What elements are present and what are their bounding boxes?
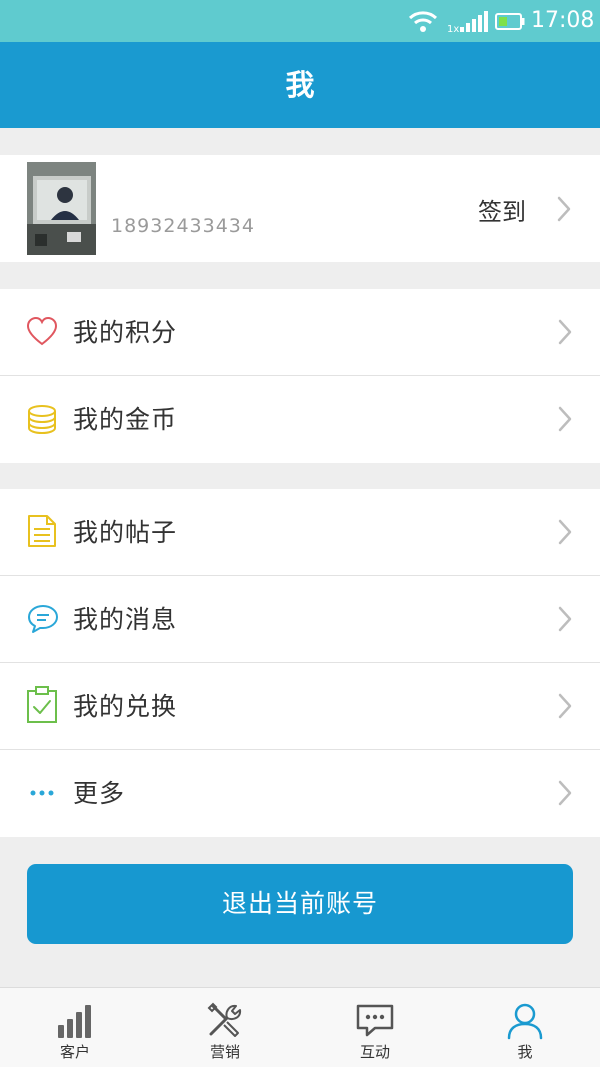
- heart-icon: [26, 316, 58, 346]
- menu-item-label: 我的消息: [73, 605, 178, 634]
- status-bar: 1x 17:08: [0, 0, 600, 42]
- chevron-right-icon: [558, 319, 572, 345]
- person-icon: [507, 1003, 543, 1040]
- menu-item-exchange[interactable]: 我的兑换: [0, 663, 600, 750]
- phone-number: 18932433434: [111, 215, 255, 237]
- chevron-right-icon: [558, 606, 572, 632]
- chevron-right-icon: [558, 693, 572, 719]
- chevron-right-icon: [557, 196, 571, 222]
- tab-interaction[interactable]: 互动: [300, 988, 450, 1067]
- chat-bubble-icon: [28, 605, 58, 633]
- document-icon: [28, 515, 56, 547]
- page-title: 我: [285, 68, 315, 102]
- logout-button[interactable]: 退出当前账号: [27, 864, 573, 944]
- svg-text:1x: 1x: [447, 24, 459, 34]
- tab-me[interactable]: 我: [450, 988, 600, 1067]
- menu-item-points[interactable]: 我的积分: [0, 289, 600, 376]
- signin-label[interactable]: 签到: [478, 192, 526, 227]
- tab-label: 客户: [59, 1043, 90, 1061]
- menu-item-messages[interactable]: 我的消息: [0, 576, 600, 663]
- profile-row[interactable]: 18932433434 签到: [0, 155, 600, 262]
- wifi-icon: [408, 11, 438, 32]
- menu-item-posts[interactable]: 我的帖子: [0, 489, 600, 576]
- menu-item-more[interactable]: 更多: [0, 750, 600, 837]
- bottom-tab-bar: 客户 营销 互动 我: [0, 987, 600, 1067]
- tab-label: 营销: [209, 1043, 240, 1061]
- signal-icon: 1x: [447, 11, 488, 34]
- menu-item-coins[interactable]: 我的金币: [0, 376, 600, 463]
- tab-marketing[interactable]: 营销: [150, 988, 300, 1067]
- tab-customers[interactable]: 客户: [0, 988, 150, 1067]
- menu-item-label: 我的金币: [73, 405, 178, 434]
- menu-item-label: 我的兑换: [73, 692, 178, 721]
- title-bar: 我: [0, 42, 600, 128]
- bar-chart-icon: [58, 1005, 91, 1038]
- chevron-right-icon: [558, 780, 572, 806]
- more-dots-icon: [30, 790, 54, 796]
- menu-item-label: 更多: [73, 779, 126, 808]
- chat-icon: [356, 1004, 394, 1037]
- coins-icon: [28, 405, 56, 435]
- tab-label: 互动: [359, 1043, 390, 1061]
- chevron-right-icon: [558, 406, 572, 432]
- tools-icon: [207, 1002, 242, 1037]
- menu-item-label: 我的帖子: [73, 518, 178, 547]
- menu-item-label: 我的积分: [73, 318, 178, 347]
- menu-group-activity: 我的帖子 我的消息 我的兑换 更多: [0, 489, 600, 837]
- menu-group-rewards: 我的积分 我的金币: [0, 289, 600, 463]
- battery-icon: [495, 13, 525, 30]
- avatar[interactable]: [27, 162, 96, 255]
- tab-label: 我: [517, 1043, 533, 1061]
- clock: 17:08: [531, 8, 595, 33]
- chevron-right-icon: [558, 519, 572, 545]
- clipboard-check-icon: [27, 686, 57, 723]
